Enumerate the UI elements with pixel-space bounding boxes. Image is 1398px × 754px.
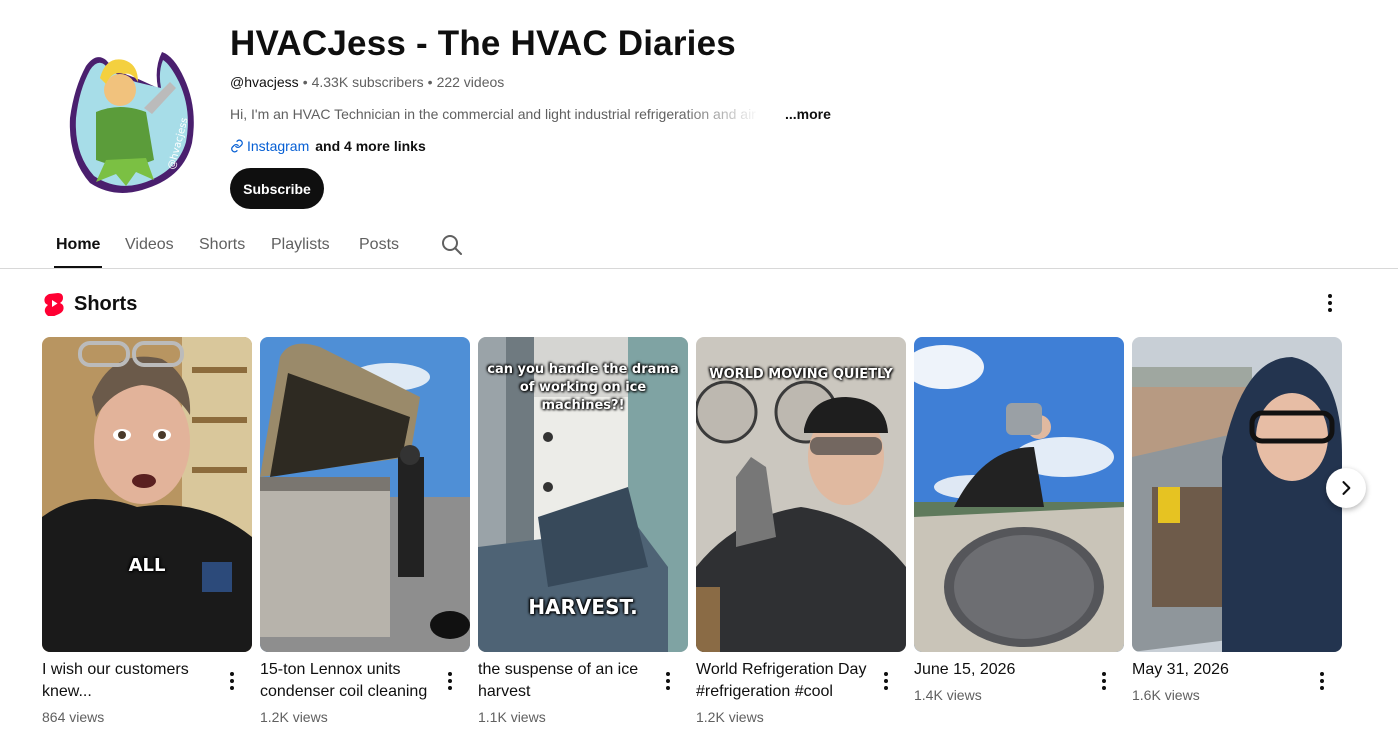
instagram-link-label: Instagram (247, 138, 310, 154)
thumbnail-overlay-text: HARVEST. (528, 595, 638, 619)
short-title[interactable]: May 31, 2026 (1132, 659, 1310, 681)
video-count: 222 videos (436, 74, 505, 90)
short-thumbnail[interactable]: ALL (42, 337, 252, 652)
vertical-dots-icon[interactable] (1318, 291, 1342, 315)
tab-playlists[interactable]: Playlists (271, 236, 330, 254)
vertical-dots-icon[interactable] (440, 669, 460, 693)
chevron-right-icon (1342, 481, 1351, 495)
active-tab-indicator (54, 266, 102, 268)
link-icon (231, 139, 243, 153)
vertical-dots-icon[interactable] (222, 669, 242, 693)
tab-videos[interactable]: Videos (125, 236, 174, 254)
channel-title: HVACJess - The HVAC Diaries (230, 24, 736, 63)
tab-home[interactable]: Home (56, 236, 100, 254)
short-thumbnail[interactable] (260, 337, 470, 652)
thumbnail-overlay-text: ALL (128, 555, 166, 576)
thumbnail-overlay-text: can you handle the drama of working on i… (487, 362, 679, 413)
short-title[interactable]: 15-ton Lennox units condenser coil clean… (260, 659, 438, 703)
more-links-button[interactable]: and 4 more links (315, 138, 425, 154)
short-thumbnail[interactable] (1132, 337, 1342, 652)
shorts-shelf-header: Shorts (44, 292, 137, 316)
channel-links: Instagram and 4 more links (230, 138, 426, 154)
thumbnail-overlay-text: WORLD MOVING QUIETLY (709, 367, 893, 382)
shelf-title: Shorts (74, 292, 138, 315)
channel-tabs: Home Videos Shorts Playlists Posts (0, 226, 1398, 269)
vertical-dots-icon[interactable] (1094, 669, 1114, 693)
search-icon[interactable] (440, 233, 464, 257)
short-views: 1.4K views (914, 687, 982, 703)
channel-meta: @hvacjess • 4.33K subscribers • 222 videos (230, 74, 504, 90)
channel-handle: @hvacjess (230, 74, 299, 90)
short-views: 1.2K views (260, 709, 328, 725)
short-views: 864 views (42, 709, 105, 725)
subscribe-button[interactable]: Subscribe (230, 168, 324, 209)
short-card: can you handle the drama of working on i… (478, 337, 688, 725)
meta-separator: • (427, 74, 433, 90)
channel-description[interactable]: Hi, I'm an HVAC Technician in the commer… (230, 106, 760, 122)
channel-avatar[interactable]: @hvacjess (66, 48, 198, 198)
vertical-dots-icon[interactable] (658, 669, 678, 693)
short-views: 1.6K views (1132, 687, 1200, 703)
short-title[interactable]: World Refrigeration Day #refrigeration #… (696, 659, 874, 703)
vertical-dots-icon[interactable] (876, 669, 896, 693)
short-thumbnail[interactable]: can you handle the drama of working on i… (478, 337, 688, 652)
instagram-link[interactable]: Instagram (230, 138, 309, 154)
short-card: May 31, 2026 1.6K views (1132, 337, 1342, 703)
short-title[interactable]: the suspense of an ice harvest (478, 659, 656, 703)
short-title[interactable]: I wish our customers knew... (42, 659, 220, 703)
description-more-link[interactable]: ...more (785, 106, 831, 122)
youtube-shorts-icon (44, 293, 64, 316)
vertical-dots-icon[interactable] (1312, 669, 1332, 693)
tab-posts[interactable]: Posts (359, 236, 399, 254)
short-card: WORLD MOVING QUIETLY World Refrigeration… (696, 337, 906, 725)
short-card: June 15, 2026 1.4K views (914, 337, 1124, 703)
meta-separator: • (302, 74, 308, 90)
short-views: 1.2K views (696, 709, 764, 725)
short-card: 15-ton Lennox units condenser coil clean… (260, 337, 470, 725)
short-thumbnail[interactable]: WORLD MOVING QUIETLY (696, 337, 906, 652)
short-views: 1.1K views (478, 709, 546, 725)
short-thumbnail[interactable] (914, 337, 1124, 652)
short-title[interactable]: June 15, 2026 (914, 659, 1092, 681)
subscriber-count: 4.33K subscribers (311, 74, 424, 90)
tab-shorts[interactable]: Shorts (199, 236, 245, 254)
shelf-next-button[interactable] (1326, 468, 1366, 508)
short-card: ALL I wish our customers knew... 864 vie… (42, 337, 252, 725)
